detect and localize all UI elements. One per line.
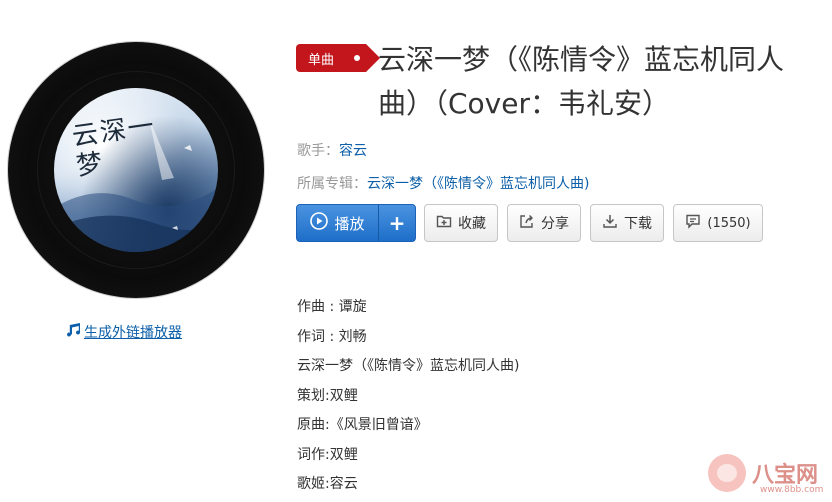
embed-link-label[interactable]: 生成外链播放器 bbox=[84, 322, 182, 342]
credit-line: 原曲:《风景旧曾谙》 bbox=[297, 417, 428, 433]
singer-row: 歌手：容云 bbox=[297, 140, 367, 160]
download-label: 下载 bbox=[624, 216, 652, 232]
album-link[interactable]: 云深一梦（《陈情令》蓝忘机同人曲) bbox=[367, 176, 589, 192]
credit-line: 策划:双鲤 bbox=[297, 387, 358, 404]
watermark-logo bbox=[708, 454, 746, 492]
singer-label: 歌手： bbox=[297, 143, 339, 159]
play-button-group: 播放 + bbox=[296, 204, 416, 242]
comment-count: (1550) bbox=[707, 215, 751, 231]
cover-art-title: 云深一梦 bbox=[70, 110, 158, 182]
badge-dot bbox=[354, 55, 360, 61]
credit-line: 作曲 : 谭旋 bbox=[297, 299, 367, 315]
comment-icon bbox=[685, 213, 701, 233]
badge-label: 单曲 bbox=[308, 52, 335, 68]
watermark-url: www.8bb.com bbox=[760, 485, 824, 495]
credit-line: 云深一梦（《陈情令》蓝忘机同人曲) bbox=[297, 358, 520, 374]
collect-icon bbox=[436, 213, 452, 233]
music-note-icon bbox=[66, 322, 82, 342]
single-badge: 单曲 bbox=[296, 44, 380, 72]
album-cover: 云深一梦 bbox=[54, 88, 218, 252]
album-disc: 云深一梦 bbox=[8, 42, 264, 298]
credit-line: 词作:双鲤 bbox=[297, 446, 358, 463]
play-button[interactable]: 播放 bbox=[297, 205, 378, 241]
share-button[interactable]: 分享 bbox=[507, 204, 581, 242]
play-label: 播放 bbox=[334, 214, 365, 233]
album-label: 所属专辑： bbox=[297, 176, 367, 192]
collect-button[interactable]: 收藏 bbox=[424, 204, 498, 242]
credit-line: 歌姬:容云 bbox=[297, 476, 358, 492]
download-button[interactable]: 下载 bbox=[590, 204, 664, 242]
generate-embed-player-link[interactable]: 生成外链播放器 bbox=[66, 322, 182, 342]
album-row: 所属专辑：云深一梦（《陈情令》蓝忘机同人曲) bbox=[297, 173, 589, 193]
add-to-playlist-button[interactable]: + bbox=[378, 205, 415, 241]
singer-link[interactable]: 容云 bbox=[339, 143, 367, 159]
download-icon bbox=[602, 213, 618, 233]
comment-button[interactable]: (1550) bbox=[673, 204, 763, 242]
share-icon bbox=[519, 213, 535, 233]
share-label: 分享 bbox=[541, 216, 569, 232]
song-credits: 作曲 : 谭旋 作词 : 刘畅 云深一梦（《陈情令》蓝忘机同人曲) 策划:双鲤 … bbox=[297, 295, 519, 502]
credit-line: 作词 : 刘畅 bbox=[297, 328, 367, 345]
collect-label: 收藏 bbox=[458, 216, 486, 232]
song-title: 云深一梦（《陈情令》蓝忘机同人曲）（Cover：韦礼安） bbox=[378, 43, 785, 120]
play-icon bbox=[310, 212, 329, 234]
